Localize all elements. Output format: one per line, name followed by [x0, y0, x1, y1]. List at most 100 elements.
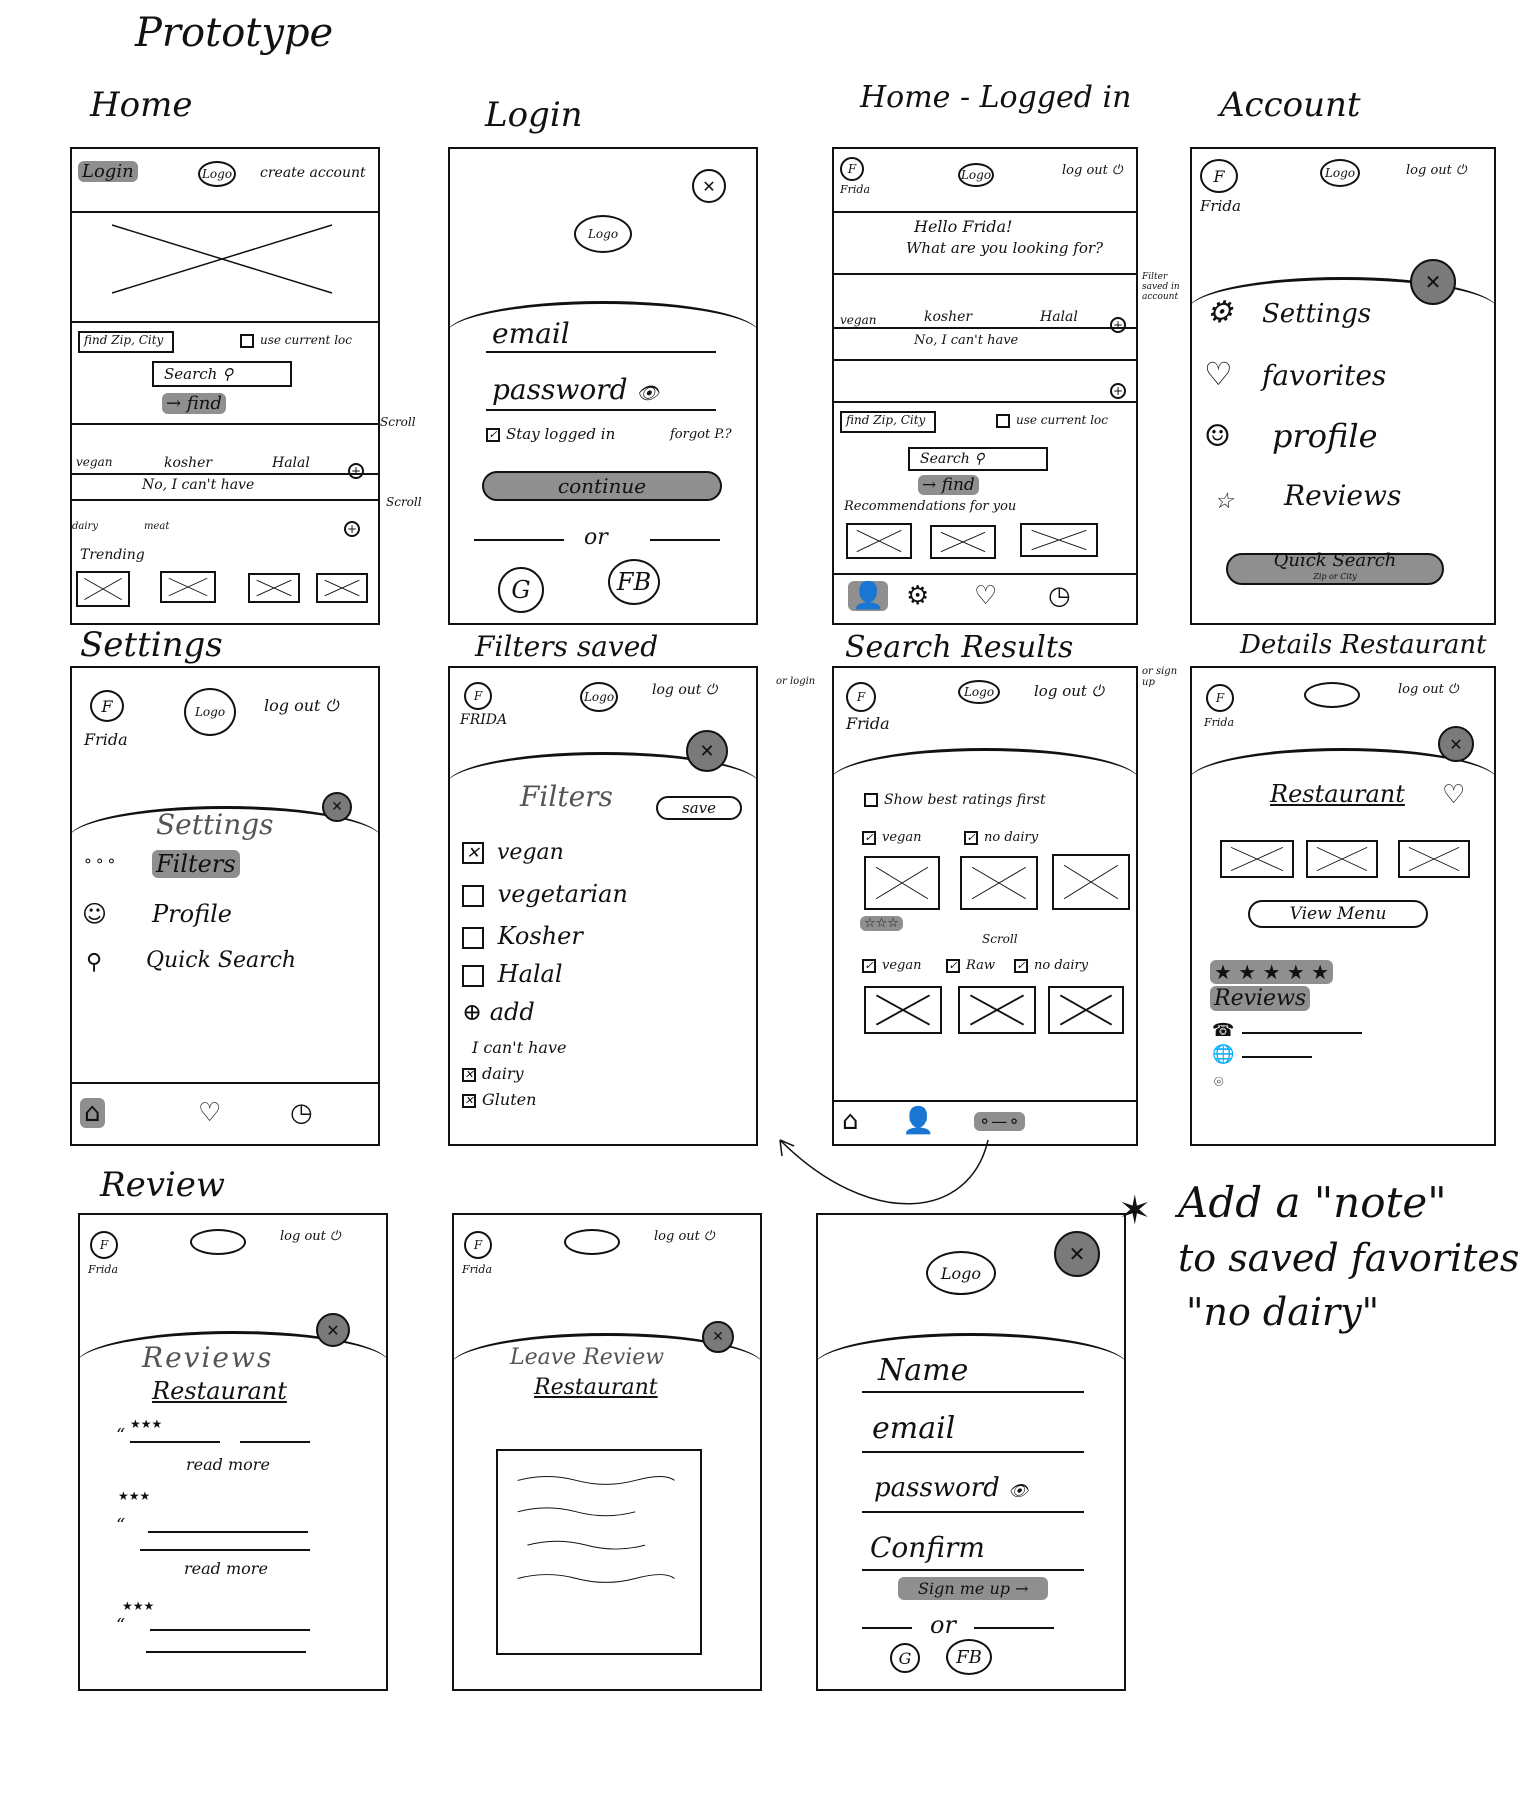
- filter-kosher[interactable]: Kosher: [462, 922, 583, 950]
- globe-icon[interactable]: 🌐: [1212, 1044, 1234, 1065]
- menu-favorites[interactable]: favorites: [1262, 359, 1386, 392]
- cant-gluten[interactable]: ✕ Gluten: [462, 1090, 536, 1109]
- use-current-location[interactable]: use current loc: [996, 413, 1108, 428]
- close-icon[interactable]: ✕: [702, 1321, 734, 1353]
- use-current-location[interactable]: use current loc: [240, 333, 352, 348]
- avatar[interactable]: F: [1206, 684, 1234, 712]
- logout-button[interactable]: log out ⏻: [654, 1229, 714, 1244]
- location-pin-icon[interactable]: ⌾: [1214, 1072, 1224, 1092]
- home-tab-icon[interactable]: ⌂: [80, 1098, 105, 1128]
- history-tab-icon[interactable]: ◷: [290, 1098, 313, 1128]
- show-best-ratings-checkbox[interactable]: Show best ratings first: [864, 792, 1046, 808]
- name-field[interactable]: Name: [878, 1353, 968, 1388]
- email-field[interactable]: email: [872, 1411, 955, 1446]
- diet-kosher[interactable]: kosher: [164, 455, 212, 471]
- cant-meat[interactable]: meat: [144, 521, 169, 532]
- menu-filters[interactable]: Filters: [152, 850, 240, 878]
- search-input[interactable]: Search ⚲: [908, 447, 1048, 471]
- add-restriction-icon[interactable]: +: [1110, 383, 1126, 399]
- favorites-tab-icon[interactable]: ♡: [974, 581, 997, 611]
- add-diet-icon[interactable]: +: [348, 463, 364, 479]
- avatar[interactable]: F: [464, 1231, 492, 1259]
- tag-vegan[interactable]: ✓ vegan: [862, 830, 921, 845]
- close-icon[interactable]: ✕: [322, 792, 352, 822]
- tag-raw[interactable]: ✓ Raw: [946, 958, 995, 973]
- menu-quick-search[interactable]: Quick Search: [146, 948, 296, 973]
- forgot-password-link[interactable]: forgot P.?: [670, 427, 732, 442]
- add-restriction-icon[interactable]: +: [344, 521, 360, 537]
- restaurant-photo[interactable]: [1306, 840, 1378, 878]
- find-button[interactable]: → find: [162, 393, 226, 414]
- google-signup-button[interactable]: G: [890, 1643, 920, 1673]
- password-field[interactable]: password 👁: [492, 373, 659, 406]
- stay-logged-in-checkbox[interactable]: ✓ Stay logged in: [486, 425, 615, 443]
- avatar[interactable]: F: [1200, 159, 1238, 193]
- tag-no-dairy[interactable]: ✓ no dairy: [1014, 958, 1088, 973]
- trending-item[interactable]: [248, 573, 300, 603]
- filter-vegan[interactable]: ✕ vegan: [462, 840, 564, 865]
- settings-tab-icon[interactable]: ⚙: [906, 581, 929, 611]
- trending-item[interactable]: [316, 573, 368, 603]
- logout-button[interactable]: log out ⏻: [652, 682, 717, 698]
- recommendation-item[interactable]: [1020, 523, 1098, 557]
- facebook-signup-button[interactable]: FB: [946, 1639, 992, 1675]
- filter-vegan-checkbox[interactable]: ✕: [462, 842, 484, 864]
- view-menu-button[interactable]: View Menu: [1248, 900, 1428, 928]
- sign-up-button[interactable]: Sign me up →: [898, 1577, 1049, 1600]
- login-button[interactable]: Login: [78, 161, 138, 182]
- phone-icon[interactable]: ☎: [1212, 1020, 1234, 1041]
- save-button[interactable]: save: [656, 796, 742, 820]
- eye-icon[interactable]: 👁: [1008, 1481, 1028, 1500]
- password-field[interactable]: password 👁: [874, 1473, 1028, 1503]
- add-filter-button[interactable]: ⊕ add: [462, 998, 535, 1026]
- trending-item[interactable]: [160, 571, 216, 603]
- diet-vegan[interactable]: vegan: [76, 455, 112, 469]
- history-tab-icon[interactable]: ◷: [1048, 581, 1071, 611]
- avatar[interactable]: F: [90, 1231, 118, 1259]
- location-input[interactable]: find Zip, City: [840, 411, 936, 433]
- favorites-tab-icon[interactable]: ♡: [198, 1098, 221, 1128]
- diet-halal[interactable]: Halal: [1040, 309, 1078, 325]
- menu-profile[interactable]: profile: [1272, 417, 1378, 455]
- read-more-link[interactable]: read more: [184, 1559, 268, 1578]
- logout-button[interactable]: log out ⏻: [264, 696, 338, 716]
- read-more-link[interactable]: read more: [186, 1455, 270, 1474]
- trending-item[interactable]: [76, 571, 130, 607]
- logout-button[interactable]: log out ⏻: [1406, 163, 1466, 178]
- filter-halal[interactable]: Halal: [462, 960, 563, 988]
- email-field[interactable]: email: [492, 317, 570, 350]
- cant-dairy[interactable]: dairy: [72, 521, 98, 532]
- filters-tab-icon[interactable]: ⚬—⚬: [974, 1112, 1025, 1131]
- logout-button[interactable]: log out ⏻: [1034, 682, 1104, 700]
- google-login-button[interactable]: G: [498, 567, 544, 613]
- diet-halal[interactable]: Halal: [272, 455, 310, 471]
- result-card[interactable]: [1052, 854, 1130, 910]
- close-icon[interactable]: ✕: [316, 1313, 350, 1347]
- restaurant-photo[interactable]: [1398, 840, 1470, 878]
- favorite-heart-icon[interactable]: ♡: [1442, 780, 1465, 810]
- menu-reviews[interactable]: Reviews: [1284, 479, 1401, 512]
- confirm-password-field[interactable]: Confirm: [870, 1531, 985, 1564]
- add-diet-icon[interactable]: +: [1110, 317, 1126, 333]
- review-textarea[interactable]: [496, 1449, 702, 1655]
- filter-vegetarian[interactable]: vegetarian: [462, 880, 628, 908]
- restaurant-photo[interactable]: [1220, 840, 1294, 878]
- recommendation-item[interactable]: [846, 523, 912, 559]
- avatar[interactable]: F: [846, 682, 876, 712]
- tag-no-dairy[interactable]: ✓ no dairy: [964, 830, 1038, 845]
- logout-button[interactable]: log out ⏻: [280, 1229, 340, 1244]
- diet-kosher[interactable]: kosher: [924, 309, 972, 325]
- result-card[interactable]: [960, 856, 1038, 910]
- close-icon[interactable]: ✕: [692, 169, 726, 203]
- avatar[interactable]: F: [90, 690, 124, 722]
- close-icon[interactable]: ✕: [686, 730, 728, 772]
- find-button[interactable]: → find: [918, 475, 979, 495]
- cant-dairy[interactable]: ✕ dairy: [462, 1064, 524, 1083]
- account-tab-icon[interactable]: 👤: [848, 581, 889, 611]
- result-card[interactable]: [864, 986, 942, 1034]
- result-card[interactable]: [1048, 986, 1124, 1034]
- diet-vegan[interactable]: vegan: [840, 313, 876, 327]
- eye-icon[interactable]: 👁: [636, 383, 659, 404]
- result-card[interactable]: [958, 986, 1036, 1034]
- close-icon[interactable]: ✕: [1410, 259, 1456, 305]
